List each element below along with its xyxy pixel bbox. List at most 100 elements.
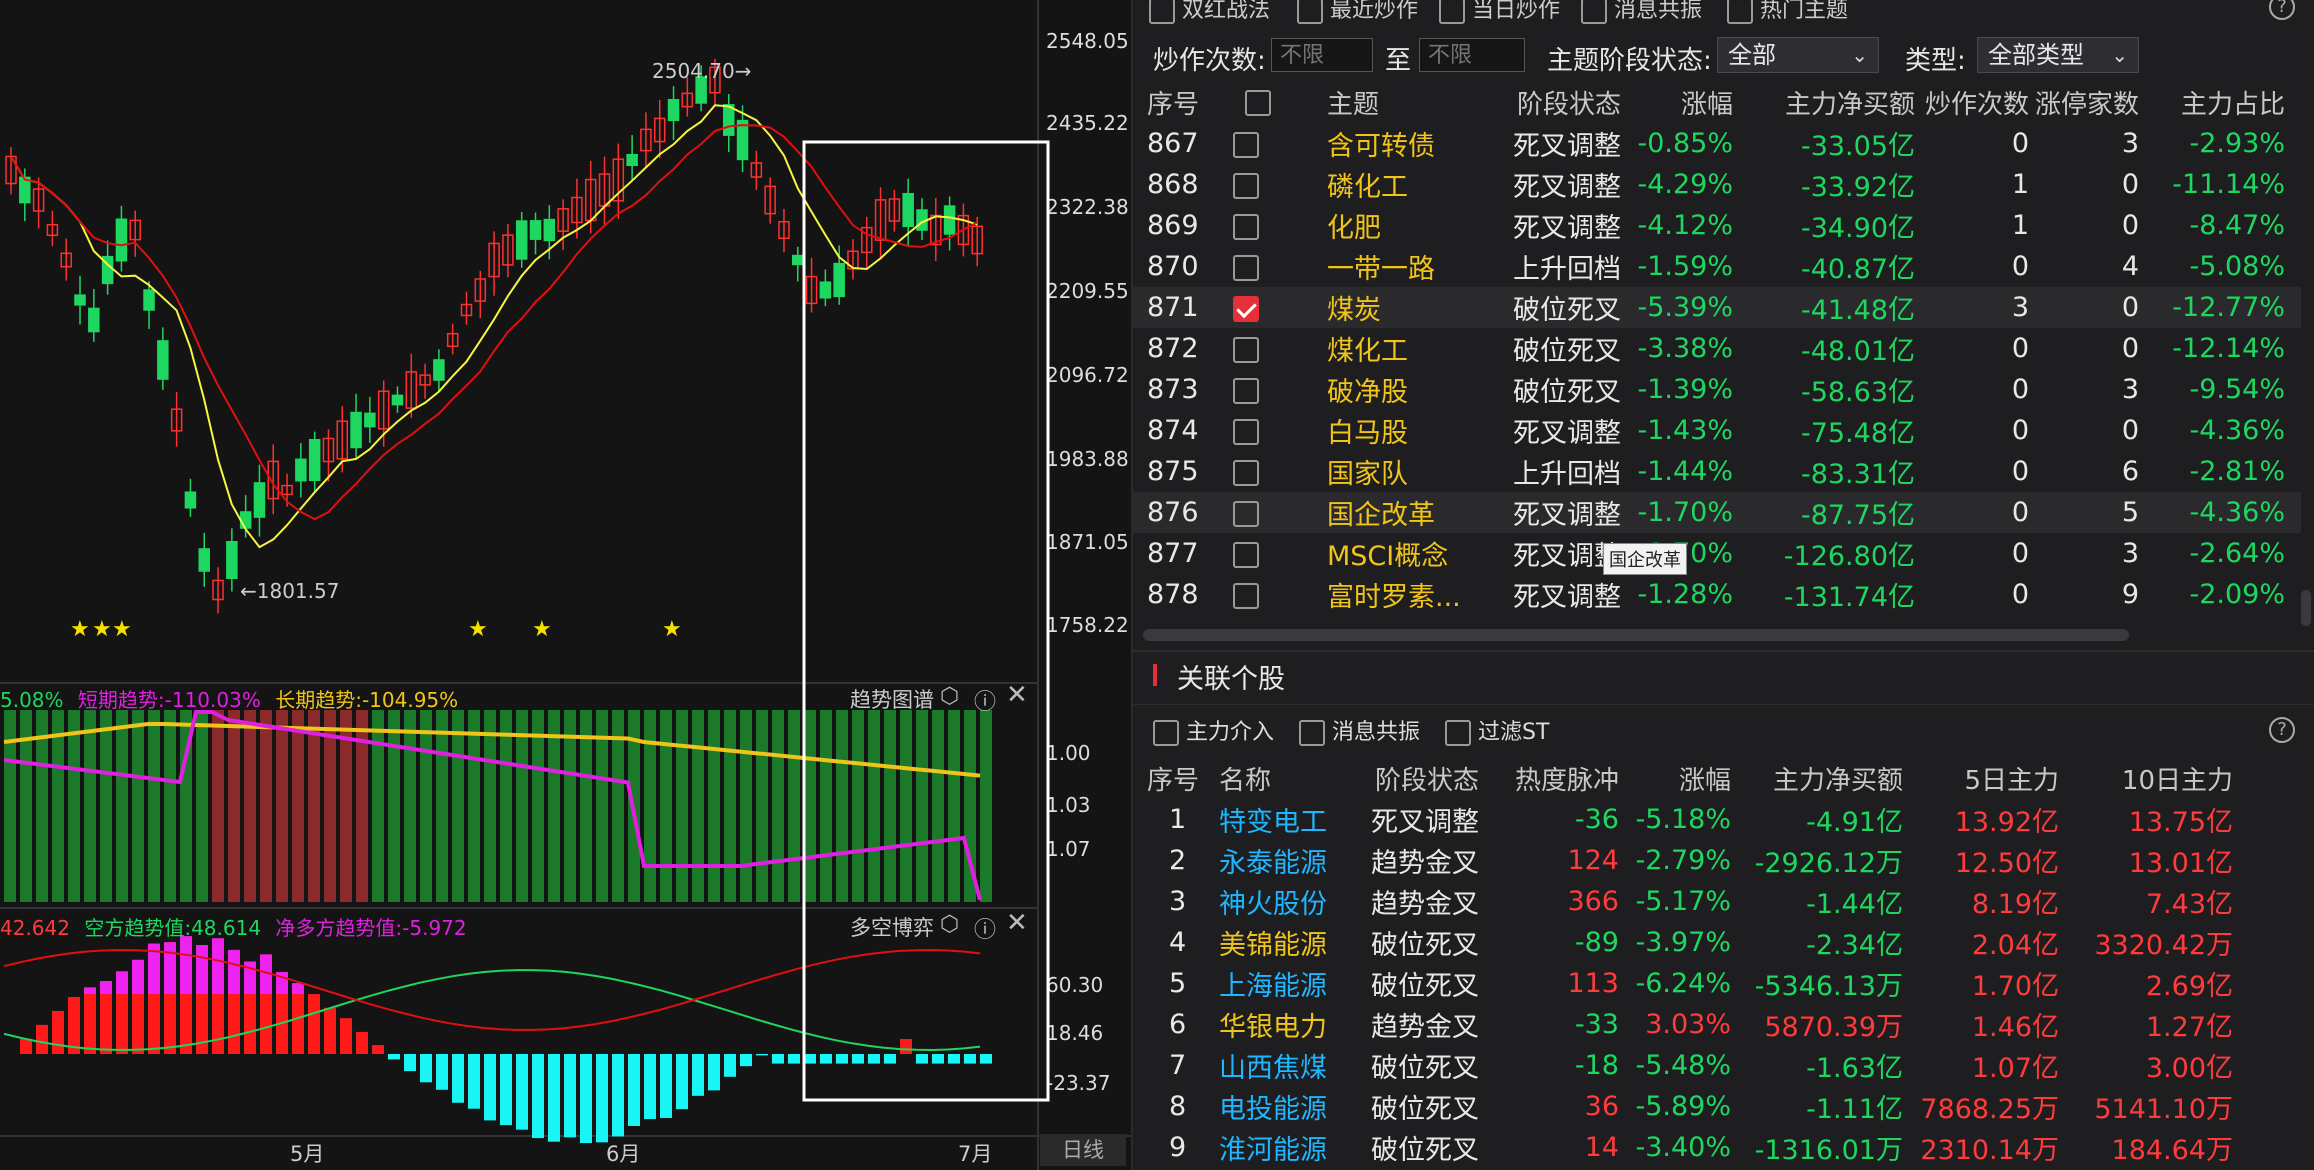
checkbox[interactable] xyxy=(1297,0,1323,24)
theme-row[interactable]: 873 破净股 破位死叉 -1.39% -58.63亿 0 3 -9.54% xyxy=(1133,369,2301,410)
period-daily-button[interactable]: 日线 xyxy=(1040,1134,1126,1166)
row-checkbox-cell[interactable] xyxy=(1233,492,1283,533)
theme-name[interactable]: 化肥 xyxy=(1283,205,1509,246)
row-checkbox[interactable] xyxy=(1233,254,1259,281)
row-checkbox[interactable] xyxy=(1233,131,1259,158)
header-main-ratio[interactable]: 主力占比 xyxy=(2139,82,2301,123)
row-checkbox-cell[interactable] xyxy=(1233,287,1283,328)
help-icon[interactable]: ? xyxy=(2269,717,2295,743)
stock-row[interactable]: 4 美锦能源 破位死叉 -89 -3.97% -2.34亿 2.04亿 3320.42万 xyxy=(1133,922,2233,963)
header-net-buy[interactable]: 主力净买额 xyxy=(1731,758,1903,799)
theme-name[interactable]: 煤化工 xyxy=(1283,328,1509,369)
help-icon[interactable]: ⓘ xyxy=(974,912,996,944)
filter-st[interactable]: 过滤ST xyxy=(1445,720,1549,746)
stock-row[interactable]: 1 特变电工 死叉调整 -36 -5.18% -4.91亿 13.92亿 13.75亿 xyxy=(1133,799,2233,840)
header-theme[interactable]: 主题 xyxy=(1283,82,1509,123)
theme-name[interactable]: 国企改革 xyxy=(1283,492,1509,533)
theme-row[interactable]: 870 一带一路 上升回档 -1.59% -40.87亿 0 4 -5.08% xyxy=(1133,246,2301,287)
row-checkbox[interactable] xyxy=(1233,336,1259,363)
kline-chart[interactable]: 2548.05 2435.22 2322.38 2209.55 2096.72 1983.… xyxy=(0,0,1131,1170)
row-checkbox-cell[interactable] xyxy=(1233,369,1283,410)
help-icon[interactable]: ⓘ xyxy=(974,684,996,716)
stock-name[interactable]: 华银电力 xyxy=(1209,1004,1339,1045)
theme-row[interactable]: 869 化肥 死叉调整 -4.12% -34.90亿 1 0 -8.47% xyxy=(1133,205,2301,246)
theme-row[interactable]: 874 白马股 死叉调整 -1.43% -75.48亿 0 0 -4.36% xyxy=(1133,410,2301,451)
row-checkbox[interactable] xyxy=(1233,418,1259,445)
stock-name[interactable]: 美锦能源 xyxy=(1209,922,1339,963)
header-change[interactable]: 涨幅 xyxy=(1621,82,1733,123)
filter-main-entry[interactable]: 主力介入 xyxy=(1153,720,1274,746)
close-icon[interactable]: ✕ xyxy=(1006,680,1028,710)
theme-name[interactable]: 一带一路 xyxy=(1283,246,1509,287)
row-checkbox-cell[interactable] xyxy=(1233,574,1283,615)
stock-name[interactable]: 上海能源 xyxy=(1209,963,1339,1004)
theme-row[interactable]: 872 煤化工 破位死叉 -3.38% -48.01亿 0 0 -12.14% xyxy=(1133,328,2301,369)
row-checkbox-cell[interactable] xyxy=(1233,451,1283,492)
theme-row[interactable]: 876 国企改革 死叉调整 -1.70% -87.75亿 0 5 -4.36% xyxy=(1133,492,2301,533)
row-checkbox[interactable] xyxy=(1233,459,1259,486)
hype-count-to-input[interactable] xyxy=(1419,38,1525,72)
filter-hot-theme[interactable]: 热门主题 xyxy=(1727,0,1848,24)
row-checkbox[interactable] xyxy=(1233,377,1259,404)
checkbox[interactable] xyxy=(1299,720,1326,746)
row-checkbox-cell[interactable] xyxy=(1233,246,1283,287)
horizontal-scrollbar[interactable] xyxy=(1143,629,2129,641)
filter-double-red[interactable]: 双红战法 xyxy=(1149,0,1270,24)
checkbox[interactable] xyxy=(1445,720,1472,746)
theme-name[interactable]: 磷化工 xyxy=(1283,164,1509,205)
checkbox[interactable] xyxy=(1153,720,1179,746)
theme-name[interactable]: 国家队 xyxy=(1283,451,1509,492)
header-no[interactable]: 序号 xyxy=(1133,758,1209,799)
filter-recent-hype[interactable]: 最近炒作 xyxy=(1297,0,1418,24)
theme-name[interactable]: 白马股 xyxy=(1283,410,1509,451)
stock-row[interactable]: 3 神火股份 趋势金叉 366 -5.17% -1.44亿 8.19亿 7.43亿 xyxy=(1133,881,2233,922)
theme-row[interactable]: 871 煤炭 破位死叉 -5.39% -41.48亿 3 0 -12.77% xyxy=(1133,287,2301,328)
vertical-scrollbar[interactable] xyxy=(2301,590,2311,626)
chart-area[interactable]: 2548.05 2435.22 2322.38 2209.55 2096.72 1983.… xyxy=(0,0,1131,1170)
checkbox[interactable] xyxy=(1727,0,1753,24)
theme-row[interactable]: 868 磷化工 死叉调整 -4.29% -33.92亿 1 0 -11.14% xyxy=(1133,164,2301,205)
close-icon[interactable]: ✕ xyxy=(1006,908,1028,938)
theme-row[interactable]: 867 含可转债 死叉调整 -0.85% -33.05亿 0 3 -2.93% xyxy=(1133,123,2301,164)
row-checkbox[interactable] xyxy=(1233,295,1259,322)
filter-news-resonance-stock[interactable]: 消息共振 xyxy=(1299,720,1420,746)
row-checkbox[interactable] xyxy=(1233,500,1259,527)
row-checkbox-cell[interactable] xyxy=(1233,533,1283,574)
stock-row[interactable]: 8 电投能源 破位死叉 36 -5.89% -1.11亿 7868.25万 5141.10万 xyxy=(1133,1086,2233,1127)
header-stage[interactable]: 阶段状态 xyxy=(1509,82,1621,123)
stock-name[interactable]: 电投能源 xyxy=(1209,1086,1339,1127)
row-checkbox-cell[interactable] xyxy=(1233,164,1283,205)
theme-row[interactable]: 875 国家队 上升回档 -1.44% -83.31亿 0 6 -2.81% xyxy=(1133,451,2301,492)
header-no[interactable]: 序号 xyxy=(1133,82,1233,123)
header-select-all[interactable] xyxy=(1233,82,1283,123)
stock-row[interactable]: 5 上海能源 破位死叉 113 -6.24% -5346.13万 1.70亿 2.69亿 xyxy=(1133,963,2233,1004)
hype-count-from-input[interactable] xyxy=(1271,38,1373,72)
stock-row[interactable]: 2 永泰能源 趋势金叉 124 -2.79% -2926.12万 12.50亿 13.01亿 xyxy=(1133,840,2233,881)
type-select[interactable]: 全部类型 ⌄ xyxy=(1977,37,2139,73)
theme-row[interactable]: 877MSCI概念死叉调整-1.70%-126.80亿03-2.64% xyxy=(1133,533,2301,574)
header-net-buy[interactable]: 主力净买额 xyxy=(1733,82,1915,123)
header-10d-main[interactable]: 10日主力 xyxy=(2059,758,2233,799)
settings-icon[interactable]: ⬡ xyxy=(940,684,959,709)
row-checkbox[interactable] xyxy=(1233,213,1259,240)
theme-name[interactable]: MSCI概念 xyxy=(1283,533,1509,574)
row-checkbox-cell[interactable] xyxy=(1233,123,1283,164)
header-limit-up[interactable]: 涨停家数 xyxy=(2029,82,2139,123)
row-checkbox[interactable] xyxy=(1233,582,1259,609)
stage-select[interactable]: 全部 ⌄ xyxy=(1717,37,1879,73)
row-checkbox-cell[interactable] xyxy=(1233,410,1283,451)
settings-icon[interactable]: ⬡ xyxy=(940,912,959,937)
header-name[interactable]: 名称 xyxy=(1209,758,1339,799)
filter-news-resonance[interactable]: 消息共振 xyxy=(1581,0,1702,24)
row-checkbox-cell[interactable] xyxy=(1233,328,1283,369)
row-checkbox[interactable] xyxy=(1233,541,1259,568)
filter-today-hype[interactable]: 当日炒作 xyxy=(1439,0,1560,24)
checkbox[interactable] xyxy=(1581,0,1607,24)
header-stage[interactable]: 阶段状态 xyxy=(1339,758,1479,799)
stock-row[interactable]: 9 淮河能源 破位死叉 14 -3.40% -1316.01万 2310.14万 184.64… xyxy=(1133,1127,2233,1168)
stock-name[interactable]: 淮河能源 xyxy=(1209,1127,1339,1168)
stock-name[interactable]: 特变电工 xyxy=(1209,799,1339,840)
checkbox[interactable] xyxy=(1149,0,1175,24)
stock-row[interactable]: 7 山西焦煤 破位死叉 -18 -5.48% -1.63亿 1.07亿 3.00亿 xyxy=(1133,1045,2233,1086)
theme-name[interactable]: 煤炭 xyxy=(1283,287,1509,328)
